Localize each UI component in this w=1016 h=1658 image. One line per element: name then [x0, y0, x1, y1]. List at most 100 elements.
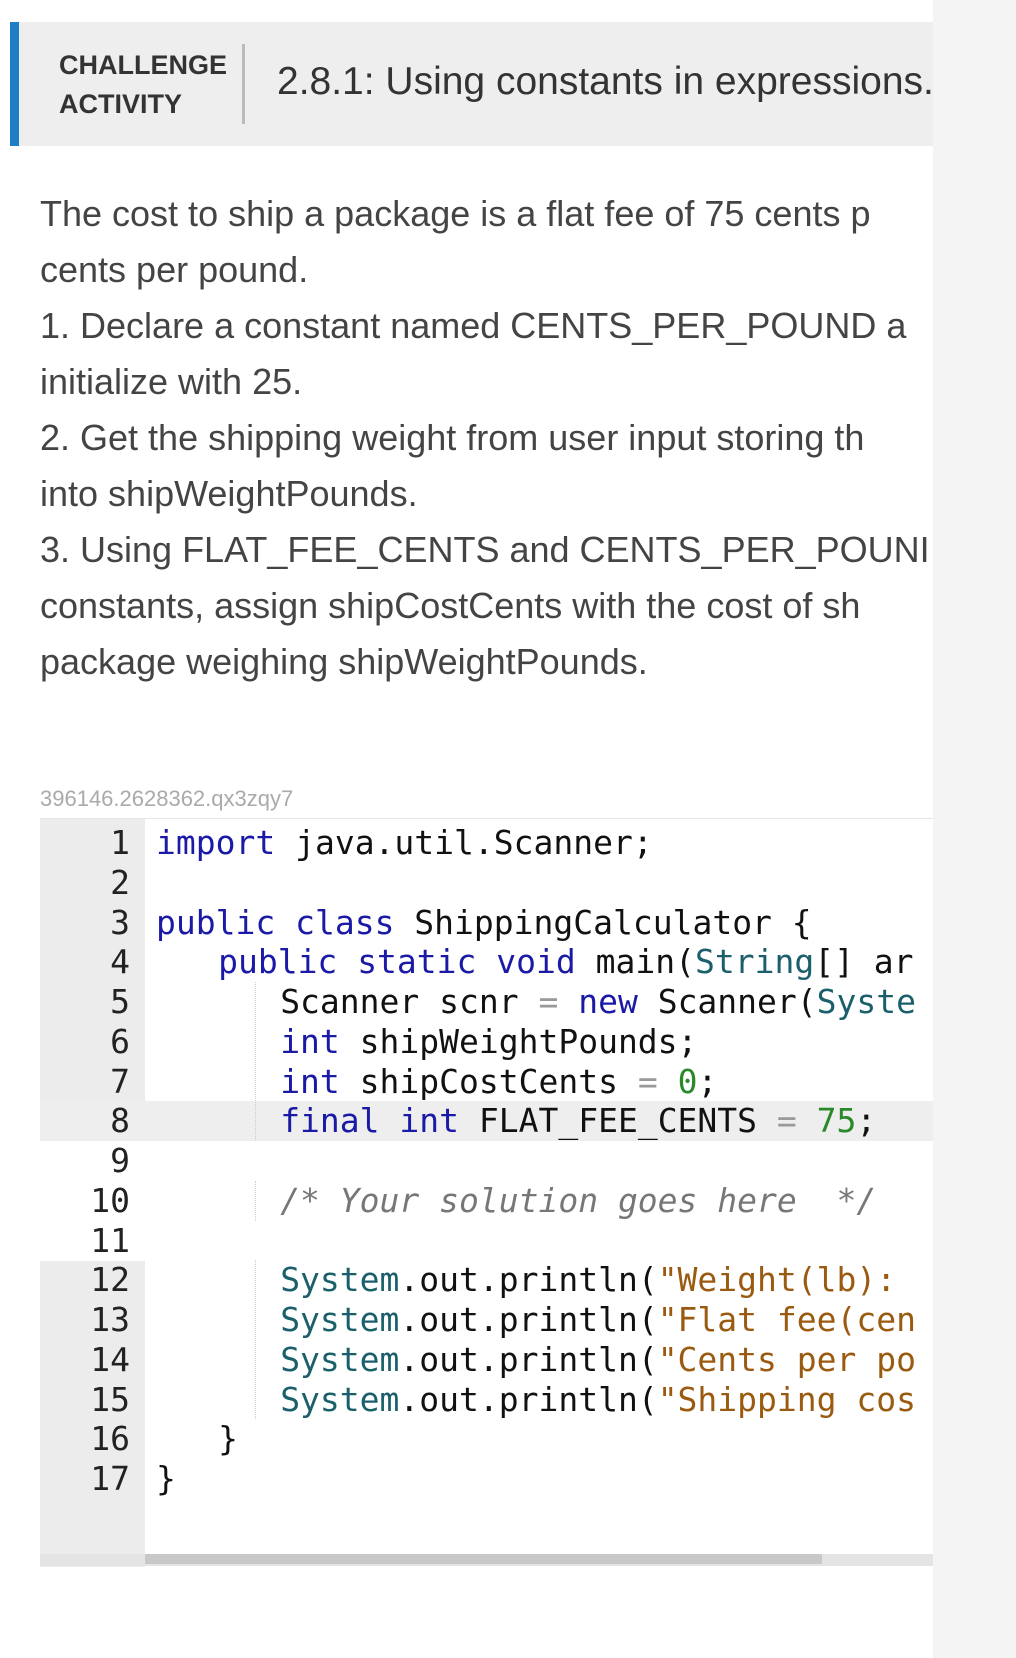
- code-line[interactable]: 1 import java.util.Scanner;: [40, 823, 933, 863]
- code-line[interactable]: 11: [40, 1220, 933, 1261]
- code-text: System.out.println("Weight(lb):: [280, 1260, 916, 1300]
- code-token: shipCostCents: [339, 1061, 638, 1101]
- code-token: new: [578, 982, 638, 1021]
- code-token: main(: [575, 942, 695, 982]
- code-token: public: [218, 942, 338, 982]
- code-token: import: [156, 823, 276, 862]
- code-line[interactable]: 13 System.out.println("Flat fee(cen: [40, 1300, 933, 1340]
- code-text: }: [156, 1459, 176, 1499]
- code-token: FLAT_FEE_CENTS: [459, 1101, 777, 1141]
- line-number: 7: [110, 1061, 130, 1101]
- divider: [242, 44, 245, 124]
- instruction-line: cents per pound.: [40, 249, 309, 290]
- code-token: "Flat fee(cen: [657, 1300, 916, 1339]
- code-line[interactable]: 14 System.out.println("Cents per po: [40, 1340, 933, 1380]
- instruction-line: package weighing shipWeightPounds.: [40, 641, 648, 682]
- code-token: "Shipping cos: [657, 1379, 916, 1419]
- code-token: ;: [697, 1061, 718, 1101]
- code-token: Scanner(: [637, 982, 817, 1021]
- code-token: Scanner scnr: [280, 982, 539, 1021]
- code-line[interactable]: 16}: [40, 1419, 933, 1459]
- code-line[interactable]: 6 int shipWeightPounds;: [40, 1022, 933, 1062]
- code-text: /* Your solution goes here */: [280, 1181, 876, 1221]
- indent-guide: [255, 1260, 256, 1420]
- code-text: public static void main(String[] ar: [218, 942, 913, 982]
- line-number: 11: [90, 1220, 130, 1260]
- code-token: System: [280, 1379, 400, 1419]
- code-token: =: [776, 1101, 797, 1141]
- line-number: 2: [110, 862, 130, 902]
- code-token: System: [280, 1339, 400, 1379]
- code-token: shipWeightPounds;: [339, 1021, 698, 1061]
- instruction-line: into shipWeightPounds.: [40, 473, 418, 514]
- code-line[interactable]: 3 public class ShippingCalculator {: [40, 903, 933, 943]
- code-token: "Weight(lb):: [657, 1260, 916, 1300]
- code-token: .out.println(: [399, 1300, 658, 1339]
- code-line[interactable]: 4 public static void main(String[] ar: [40, 942, 933, 982]
- code-line[interactable]: 2: [40, 863, 933, 903]
- code-line[interactable]: 7 int shipCostCents = 0;: [40, 1062, 933, 1102]
- activity-header: CHALLENGE ACTIVITY 2.8.1: Using constant…: [10, 22, 933, 146]
- line-number: 17: [90, 1459, 130, 1498]
- line-number: 13: [90, 1300, 130, 1339]
- code-token: public: [156, 902, 276, 942]
- code-token: int: [280, 1021, 340, 1061]
- horizontal-scrollbar-thumb[interactable]: [145, 1554, 822, 1564]
- code-line[interactable]: 15 System.out.println("Shipping cos: [40, 1380, 933, 1420]
- code-line[interactable]: 10 /* Your solution goes here */: [40, 1180, 933, 1221]
- code-text: System.out.println("Flat fee(cen: [280, 1300, 916, 1340]
- instruction-line: The cost to ship a package is a flat fee…: [40, 193, 871, 234]
- code-line[interactable]: 5 Scanner scnr = new Scanner(Syste: [40, 982, 933, 1022]
- instruction-line: 3. Using FLAT_FEE_CENTS and CENTS_PER_PO…: [40, 529, 930, 570]
- line-number: 5: [110, 982, 130, 1021]
- instruction-line: constants, assign shipCostCents with the…: [40, 585, 861, 626]
- code-comment: /* Your solution goes here */: [280, 1180, 877, 1220]
- activity-title: 2.8.1: Using constants in expressions.: [277, 60, 933, 103]
- line-number: 6: [110, 1021, 130, 1061]
- code-token: =: [538, 982, 559, 1021]
- code-token: .out.println(: [399, 1379, 658, 1419]
- code-token: Syste: [816, 982, 916, 1021]
- code-text: final int FLAT_FEE_CENTS = 75;: [280, 1101, 876, 1141]
- code-token: System: [280, 1260, 400, 1300]
- page-margin: [933, 0, 1016, 1658]
- code-id: 396146.2628362.qx3zqy7: [40, 786, 294, 811]
- code-token: [] ar: [814, 942, 914, 982]
- line-number: 16: [90, 1419, 130, 1459]
- line-number: 15: [90, 1379, 130, 1419]
- code-line[interactable]: 9: [40, 1141, 933, 1181]
- code-token: ShippingCalculator {: [394, 902, 812, 942]
- code-token: .out.println(: [399, 1339, 658, 1379]
- code-line[interactable]: 17}: [40, 1459, 933, 1499]
- code-token: System: [280, 1300, 400, 1339]
- code-token: 75: [816, 1101, 857, 1141]
- code-editor[interactable]: 1 import java.util.Scanner; 2 3 public class…: [40, 818, 933, 1567]
- line-number: 4: [110, 942, 130, 982]
- code-text: System.out.println("Cents per po: [280, 1340, 916, 1380]
- code-line[interactable]: 12 System.out.println("Weight(lb):: [40, 1260, 933, 1300]
- instruction-line: 2. Get the shipping weight from user inp…: [40, 417, 865, 458]
- line-number: 9: [110, 1141, 130, 1180]
- label-line: CHALLENGE: [59, 50, 227, 80]
- instruction-line: 1. Declare a constant named CENTS_PER_PO…: [40, 305, 907, 346]
- indent-guide: [255, 982, 256, 1141]
- line-number: 3: [110, 902, 130, 942]
- code-line[interactable]: 8 final int FLAT_FEE_CENTS = 75;: [40, 1101, 933, 1142]
- code-text: Scanner scnr = new Scanner(Syste: [280, 982, 916, 1022]
- indent-guide: [255, 1180, 256, 1221]
- code-text: import java.util.Scanner;: [156, 823, 653, 863]
- code-token: class: [295, 902, 395, 942]
- code-token: ;: [856, 1101, 877, 1141]
- code-token: int: [399, 1101, 460, 1141]
- code-text: }: [218, 1419, 238, 1459]
- code-token: .out.println(: [399, 1260, 658, 1300]
- code-token: final: [280, 1101, 380, 1141]
- line-number: 10: [90, 1180, 130, 1220]
- code-text: int shipCostCents = 0;: [280, 1062, 717, 1102]
